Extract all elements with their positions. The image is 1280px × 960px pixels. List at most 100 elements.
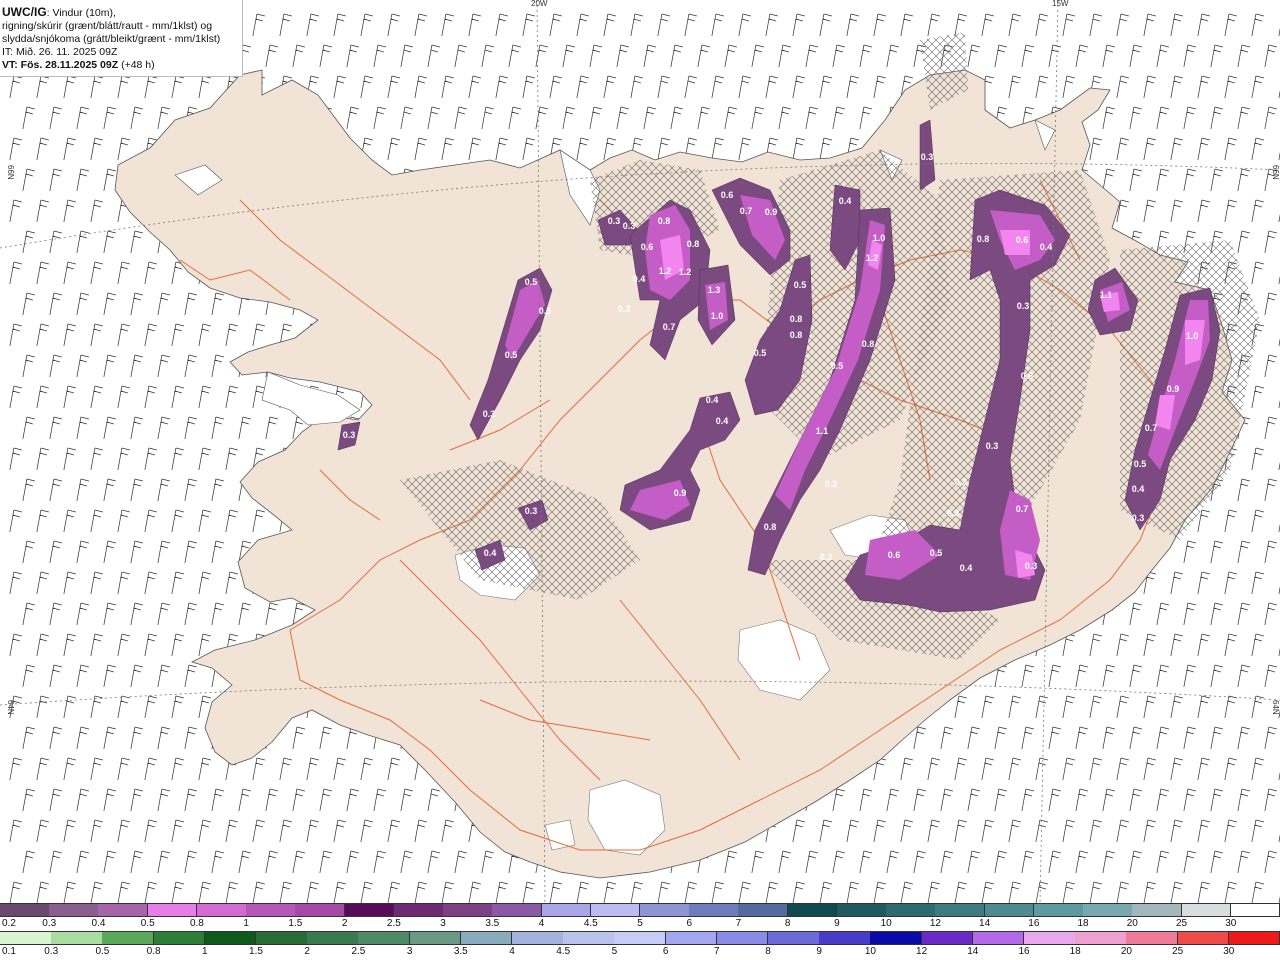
precip-label: 1.0: [1186, 331, 1199, 341]
init-time: IT: Mið. 26. 11. 2025 09Z: [2, 46, 118, 58]
legend-label: 2: [341, 918, 348, 929]
legend-swatch: [51, 932, 103, 944]
precip-label: 0.6: [1016, 235, 1029, 245]
legend-swatch: [1228, 932, 1280, 944]
precip-label: 0.5: [794, 280, 807, 290]
precip-label: 0.2: [825, 479, 838, 489]
precip-label: 0.3: [483, 409, 496, 419]
precip-label: 0.3: [1132, 513, 1145, 523]
forecast-hour: (+48 h): [118, 59, 155, 71]
legend-swatch: [512, 932, 564, 944]
precip-label: 0.7: [1016, 504, 1029, 514]
precip-label: 0.3: [1017, 301, 1030, 311]
legend-label: 5: [637, 918, 643, 929]
precip-label: 0.8: [977, 234, 990, 244]
legend-label: 10: [880, 918, 892, 929]
precip-label: 0.9: [674, 488, 687, 498]
precip-label: 0.8: [658, 216, 671, 226]
precip-label: 0.6: [721, 190, 734, 200]
legend-swatch: [256, 932, 308, 944]
precip-label: 0.4: [1040, 242, 1053, 252]
legend-swatch: [984, 904, 1035, 916]
graticule-label: 20W: [531, 0, 548, 8]
legend-swatch: [689, 904, 739, 916]
legend-swatch: [196, 904, 247, 916]
model-desc-2: rigning/skúrir (grænt/blátt/rautt - mm/1…: [2, 20, 213, 32]
precip-label: 0.8: [790, 314, 803, 324]
legend-label: 1: [243, 918, 249, 929]
legend-label: 1.5: [288, 918, 303, 929]
legend-label: 6: [686, 918, 692, 929]
rain-legend: 0.1 0.3 0.5 0.8 1 1.5 2 2.5 3 3.5 4 4.5 5 6 7 8 9 10 12 14 1…: [0, 931, 1280, 958]
legend-label: 0.3: [42, 918, 57, 929]
precip-label: 0.3: [986, 441, 999, 451]
legend-label: 14: [967, 946, 979, 957]
precip-label: 0.8: [687, 239, 700, 249]
graticule-label: 15W: [1052, 0, 1069, 8]
graticule-label: 64N: [6, 700, 15, 715]
legend-label: 3.5: [485, 918, 500, 929]
legend-label: 3.5: [453, 946, 468, 957]
legend-label: 3: [406, 946, 413, 957]
legend-swatch: [307, 932, 359, 944]
valid-time: VT: Fös. 28.11.2025 09Z: [2, 59, 119, 71]
legend-swatch: [102, 932, 155, 944]
precip-label: 0.3: [921, 152, 934, 162]
legend-label: 16: [1028, 918, 1040, 929]
precip-label: 0.8: [764, 522, 777, 532]
legend-label: 6: [662, 946, 669, 957]
precip-label: 1.2: [679, 267, 692, 277]
legend-label: 2: [304, 946, 310, 957]
legend-swatch: [1177, 932, 1230, 944]
legend-swatch: [1132, 904, 1183, 916]
legend-label: 25: [1172, 946, 1184, 957]
precip-label: 1.1: [816, 426, 829, 436]
legend-label: 30: [1225, 918, 1237, 929]
legend-label: 0.8: [146, 946, 161, 957]
legend-label: 12: [929, 918, 941, 929]
legend-label: 18: [1077, 918, 1089, 929]
legend-swatch: [836, 904, 887, 916]
precip-label: 0.5: [1134, 459, 1147, 469]
precip-label: 1.1: [1100, 290, 1113, 300]
legend-label: 20: [1126, 918, 1138, 929]
precip-label: 0.5: [539, 306, 552, 316]
legend-label: 7: [735, 918, 742, 929]
precip-label: 0.8: [790, 330, 803, 340]
legend-label: 0.3: [44, 946, 59, 957]
precip-label: 0.4: [1132, 484, 1145, 494]
legend-swatch: [665, 932, 718, 944]
precip-label: 0.3: [525, 506, 538, 516]
precip-label: 0.4: [633, 274, 646, 284]
legend-swatch: [921, 932, 974, 944]
graticule-label: 64N: [1271, 700, 1280, 715]
forecast-map: 20W 15W66N 66N64N 64N 0.50.50.50.30.30.3 0.3…: [0, 0, 1280, 903]
precip-label: 0.5: [831, 361, 844, 371]
precip-label: 0.4: [706, 395, 719, 405]
legend-label: 25: [1175, 918, 1188, 929]
graticule-label: 66N: [6, 165, 15, 180]
legend-swatch: [935, 904, 986, 916]
legend-swatch: [1033, 904, 1084, 916]
legend-label: 7: [714, 946, 720, 957]
legend-swatch: [295, 904, 346, 916]
legend-swatch: [0, 932, 52, 944]
precip-label: 0.7: [1145, 423, 1158, 433]
precip-label: 1.3: [708, 285, 721, 295]
legend-swatch: [716, 932, 769, 944]
precip-label: 0.3: [820, 552, 833, 562]
snow-legend: 0.2 0.3 0.4 0.5 0.8 1 1.5 2 2.5 3 3.5 4 4.5 5 6 7 8 9 10 12…: [0, 903, 1280, 930]
precip-label: 0.4: [484, 548, 497, 558]
precip-label: 1.0: [711, 311, 724, 321]
precip-label: 0.7: [663, 322, 676, 332]
snow-legend-swatches: [0, 903, 1280, 917]
legend-label: 9: [834, 918, 840, 929]
legend-swatch: [590, 904, 641, 916]
legend-swatch: [870, 932, 923, 944]
legend-swatch: [768, 932, 820, 944]
precip-label: 1.2: [866, 253, 879, 263]
precip-label: 0.6: [1021, 371, 1034, 381]
model-desc-3: slydda/snjókoma (grátt/bleikt/grænt - mm…: [2, 33, 221, 45]
legend-swatch: [1075, 932, 1127, 944]
legend-swatch: [153, 932, 206, 944]
